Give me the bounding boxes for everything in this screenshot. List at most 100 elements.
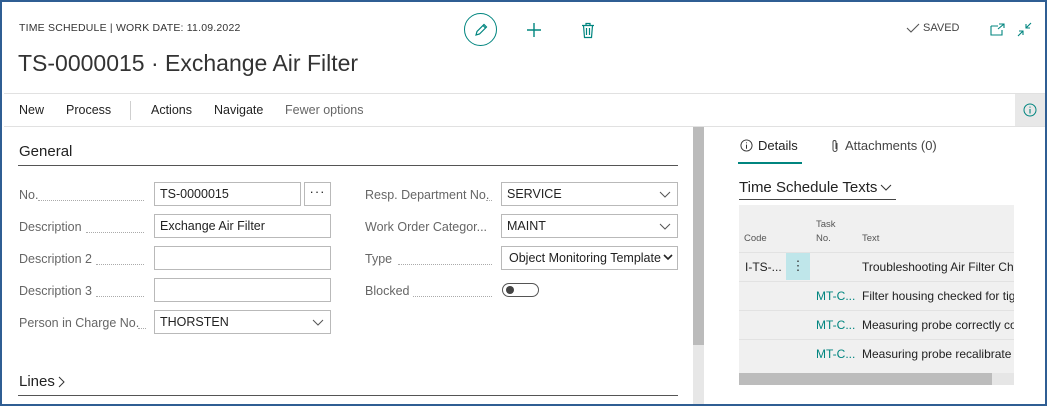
work-order-category-select[interactable]: MAINT [501, 214, 678, 238]
leader-dots [38, 200, 144, 201]
delete-icon [582, 22, 594, 38]
scrollbar-thumb[interactable] [739, 373, 992, 385]
info-icon [740, 139, 753, 152]
row-3-task-no[interactable]: MT-C... [816, 318, 855, 332]
leader-dots [398, 264, 492, 265]
action-process[interactable]: Process [66, 103, 111, 117]
toggle-knob [506, 286, 514, 294]
work-order-category-value: MAINT [507, 219, 546, 233]
no-label: No. [19, 188, 39, 202]
chevron-down-icon [663, 254, 673, 261]
action-fewer-options[interactable]: Fewer options [285, 103, 364, 117]
tab-details[interactable]: Details [740, 138, 798, 153]
tab-details-label: Details [758, 138, 798, 153]
general-section-divider [18, 165, 678, 166]
chevron-down-icon [659, 191, 671, 198]
active-tab-indicator [738, 162, 802, 164]
open-new-window-icon [989, 22, 1005, 36]
factbox-title-underline [739, 199, 896, 200]
leader-dots [413, 296, 492, 297]
column-header-task-no-line1[interactable]: Task [816, 219, 836, 230]
row-2-text[interactable]: Filter housing checked for tig [862, 289, 1014, 303]
row-divider [739, 281, 1014, 282]
tab-attachments-label: Attachments (0) [845, 138, 937, 153]
column-header-code[interactable]: Code [744, 233, 767, 244]
row-divider [739, 339, 1014, 340]
open-new-window-button[interactable] [989, 22, 1005, 36]
type-label: Type [365, 252, 393, 266]
chevron-down-icon [881, 184, 892, 191]
lines-section-title[interactable]: Lines [19, 373, 66, 390]
add-icon [527, 23, 541, 37]
time-schedule-texts-grid: Code Task No. Text ⋮ I-TS-... Troublesho… [739, 205, 1014, 385]
time-schedule-texts-label: Time Schedule Texts [739, 179, 878, 196]
leader-dots [138, 328, 146, 329]
general-section-title[interactable]: General [19, 143, 72, 160]
leader-dots [486, 200, 492, 201]
person-in-charge-select[interactable]: THORSTEN [154, 310, 331, 334]
row-4-task-no[interactable]: MT-C... [816, 347, 855, 361]
leader-dots [96, 264, 144, 265]
factbox-toggle-button[interactable] [1015, 94, 1045, 126]
scrollbar-thumb[interactable] [693, 127, 704, 345]
person-in-charge-label: Person in Charge No. [19, 316, 140, 330]
column-header-task-no-line2[interactable]: No. [816, 233, 831, 244]
page-caption: TIME SCHEDULE | WORK DATE: 11.09.2022 [19, 22, 241, 34]
grid-horizontal-scrollbar[interactable] [739, 373, 1014, 385]
description-2-label: Description 2 [19, 252, 92, 266]
description-3-label: Description 3 [19, 284, 92, 298]
row-menu-button[interactable]: ⋮ [786, 253, 810, 280]
lines-section-divider [18, 395, 678, 396]
action-actions[interactable]: Actions [151, 103, 192, 117]
type-value: Object Monitoring Template [509, 251, 661, 265]
add-button[interactable] [524, 20, 544, 40]
row-4-text[interactable]: Measuring probe recalibrate [862, 347, 1014, 361]
saved-label: SAVED [923, 22, 960, 34]
edit-icon [474, 23, 487, 36]
lines-title-label: Lines [19, 373, 55, 390]
type-select[interactable]: Object Monitoring Template [501, 246, 678, 270]
row-2-task-no[interactable]: MT-C... [816, 289, 855, 303]
window-frame: TIME SCHEDULE | WORK DATE: 11.09.2022 TS… [0, 0, 1047, 406]
work-order-category-label: Work Order Categor... [365, 220, 488, 234]
resp-department-label: Resp. Department No. [365, 188, 490, 202]
action-separator [130, 101, 131, 120]
chevron-down-icon [312, 319, 324, 326]
leader-dots [96, 296, 144, 297]
saved-status: SAVED [906, 22, 959, 34]
row-3-text[interactable]: Measuring probe correctly co [862, 318, 1014, 332]
resp-department-value: SERVICE [507, 187, 562, 201]
paperclip-icon [832, 139, 838, 152]
action-new[interactable]: New [19, 103, 44, 117]
description-2-field[interactable] [154, 246, 331, 270]
collapse-icon [1017, 22, 1031, 36]
content-scrollbar[interactable] [693, 127, 704, 404]
vertical-ellipsis-icon: ⋮ [791, 258, 805, 273]
action-navigate[interactable]: Navigate [214, 103, 263, 117]
column-header-text[interactable]: Text [862, 233, 879, 244]
action-bar: New Process Actions Navigate Fewer optio… [4, 93, 1045, 127]
info-icon [1023, 103, 1037, 117]
person-in-charge-value: THORSTEN [160, 315, 229, 329]
chevron-right-icon [58, 376, 65, 387]
tab-attachments[interactable]: Attachments (0) [830, 138, 937, 153]
resp-department-select[interactable]: SERVICE [501, 182, 678, 206]
description-field[interactable]: Exchange Air Filter [154, 214, 331, 238]
blocked-toggle[interactable] [502, 283, 539, 297]
blocked-label: Blocked [365, 284, 410, 298]
description-3-field[interactable] [154, 278, 331, 302]
leader-dots [86, 232, 144, 233]
time-schedule-texts-title[interactable]: Time Schedule Texts [739, 179, 892, 196]
collapse-button[interactable] [1016, 21, 1032, 37]
row-1-code[interactable]: I-TS-... [745, 260, 782, 274]
row-1-text[interactable]: Troubleshooting Air Filter Ch [862, 260, 1014, 274]
check-icon [906, 23, 920, 33]
row-divider [739, 252, 1014, 253]
edit-button[interactable] [464, 13, 497, 46]
page-title: TS-0000015 · Exchange Air Filter [18, 50, 359, 76]
delete-button[interactable] [578, 20, 598, 40]
no-field[interactable]: TS-0000015 [154, 182, 301, 206]
assist-edit-button[interactable]: ··· [304, 182, 331, 206]
description-label: Description [19, 220, 82, 234]
chevron-down-icon [659, 223, 671, 230]
